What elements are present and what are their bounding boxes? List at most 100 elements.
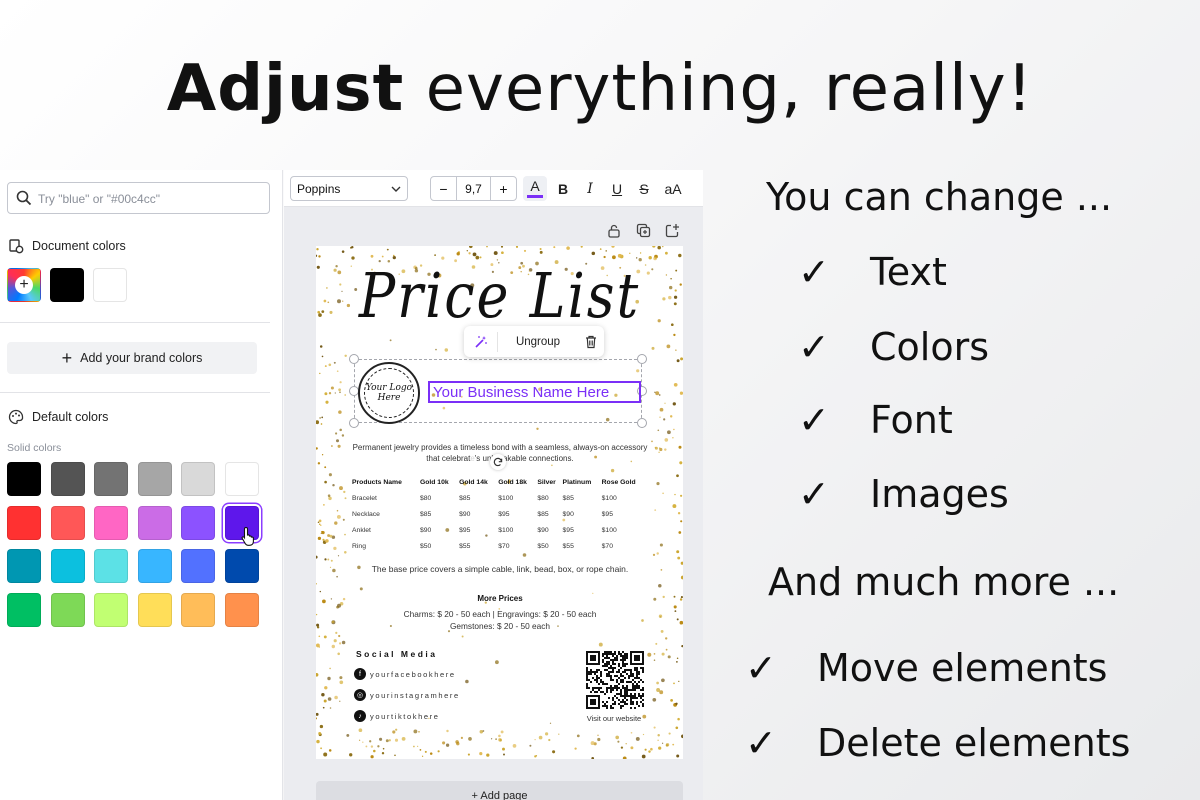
color-swatch[interactable] — [94, 462, 128, 496]
color-swatch[interactable] — [137, 462, 172, 496]
instagram-icon: ◎ — [354, 689, 366, 701]
table-row: Ring $50 $55 $70 $50 $55 $70 — [352, 543, 648, 559]
facebook-icon: f — [354, 668, 366, 680]
more-prices-line[interactable]: Gemstones: $ 20 - 50 each — [352, 621, 648, 631]
duplicate-page-icon[interactable] — [636, 223, 651, 238]
price-table[interactable]: Products Name Gold 10k Gold 14k Gold 18k Sil… — [352, 479, 648, 559]
font-dropdown[interactable]: Poppins — [290, 176, 408, 201]
color-swatch[interactable] — [7, 592, 41, 627]
bold-button[interactable]: B — [551, 176, 575, 201]
resize-handle[interactable] — [637, 418, 647, 428]
qr-code[interactable] — [586, 651, 644, 709]
logo-placeholder[interactable]: Your Logo Here — [358, 362, 420, 424]
color-search-input[interactable] — [38, 189, 258, 209]
color-swatch[interactable] — [224, 549, 259, 583]
color-swatch[interactable] — [224, 592, 259, 627]
color-swatch[interactable] — [181, 505, 215, 540]
color-panel: Document colors + + Add your brand color… — [0, 170, 283, 800]
check-icon: ✓ — [745, 721, 777, 765]
social-tiktok[interactable]: ♪ yourtiktokhere — [354, 710, 440, 722]
add-brand-colors-button[interactable]: + Add your brand colors — [7, 342, 257, 374]
check-icon: ✓ — [798, 472, 830, 516]
lock-icon[interactable] — [607, 223, 621, 239]
color-swatch[interactable] — [224, 462, 259, 496]
document-color-swatch[interactable] — [93, 268, 127, 302]
context-menu: Ungroup — [464, 326, 604, 357]
document-palette-icon — [9, 239, 24, 254]
more-prices-title[interactable]: More Prices — [352, 594, 648, 603]
default-colors-header: Default colors — [8, 409, 108, 425]
feature-item: ✓ Font — [798, 398, 953, 442]
hand-cursor-icon — [241, 526, 254, 546]
font-size-value[interactable]: 9,7 — [456, 177, 491, 200]
color-swatch[interactable] — [50, 505, 85, 540]
ungroup-button[interactable]: Ungroup — [498, 336, 578, 348]
color-swatch[interactable] — [181, 549, 215, 583]
color-swatch[interactable] — [137, 592, 172, 627]
resize-handle[interactable] — [349, 418, 359, 428]
table-cell: $95 — [498, 511, 510, 518]
table-header-cell: Gold 18k — [498, 479, 527, 486]
flyer-page[interactable]: Price List Your Logo Here Your Business … — [316, 246, 683, 759]
facebook-handle: yourfacebookhere — [370, 669, 456, 679]
check-icon: ✓ — [745, 646, 777, 690]
color-search[interactable] — [7, 182, 270, 214]
color-swatch[interactable] — [7, 549, 41, 583]
color-swatch[interactable] — [94, 592, 128, 627]
table-row: Bracelet $80 $85 $100 $80 $85 $100 — [352, 495, 648, 511]
table-cell: $55 — [459, 543, 471, 550]
underline-button[interactable]: U — [605, 176, 629, 201]
color-swatch[interactable] — [181, 462, 215, 496]
strikethrough-button[interactable]: S — [632, 176, 656, 201]
table-cell: $50 — [537, 543, 549, 550]
color-swatch[interactable] — [50, 549, 85, 583]
add-page-icon[interactable] — [665, 223, 680, 238]
document-color-swatch[interactable] — [50, 268, 84, 302]
business-name-text[interactable]: Your Business Name Here — [428, 381, 641, 403]
table-header-cell: Products Name — [352, 479, 402, 486]
table-cell: $80 — [537, 495, 549, 502]
check-icon: ✓ — [798, 398, 830, 442]
table-header-cell: Platinum — [562, 479, 592, 486]
rotate-icon[interactable] — [490, 454, 506, 470]
increase-size-button[interactable]: + — [491, 177, 516, 200]
letter-case-button[interactable]: aA — [659, 176, 687, 201]
social-facebook[interactable]: f yourfacebookhere — [354, 668, 456, 680]
add-page-button[interactable]: + Add page — [316, 781, 683, 800]
color-swatch[interactable] — [7, 505, 41, 540]
headline-bold: Adjust — [166, 52, 405, 126]
decrease-size-button[interactable]: − — [431, 177, 456, 200]
add-color-swatch[interactable]: + — [7, 268, 41, 302]
table-cell: Bracelet — [352, 495, 377, 502]
qr-label[interactable]: Visit our website — [574, 714, 654, 723]
text-color-button[interactable]: A — [523, 176, 547, 201]
document-colors-header: Document colors — [8, 238, 126, 254]
magic-wand-icon[interactable] — [464, 331, 498, 352]
color-swatch[interactable] — [94, 505, 128, 540]
table-cell: $85 — [419, 511, 432, 518]
color-swatch[interactable] — [94, 549, 128, 583]
italic-button[interactable]: I — [578, 176, 602, 201]
color-swatch[interactable] — [50, 462, 85, 496]
feature-label: Images — [870, 472, 1009, 516]
table-cell: $95 — [562, 527, 574, 534]
base-price-note[interactable]: The base price covers a simple cable, li… — [352, 564, 648, 574]
table-cell: $70 — [498, 543, 510, 550]
color-swatch[interactable] — [7, 462, 41, 496]
resize-handle[interactable] — [637, 354, 647, 364]
color-swatch[interactable] — [50, 592, 85, 627]
resize-handle[interactable] — [349, 354, 359, 364]
trash-icon[interactable] — [578, 335, 604, 349]
color-swatch[interactable] — [137, 505, 172, 540]
more-prices-line[interactable]: Charms: $ 20 - 50 each | Engravings: $ 2… — [352, 609, 648, 619]
color-swatch[interactable] — [137, 549, 172, 583]
color-swatch[interactable] — [181, 592, 215, 627]
font-name: Poppins — [297, 182, 341, 196]
social-media-title[interactable]: Social Media — [356, 649, 438, 659]
flyer-title[interactable]: Price List — [316, 259, 683, 331]
social-instagram[interactable]: ◎ yourinstagramhere — [354, 689, 460, 701]
feature-label: Delete elements — [817, 721, 1131, 765]
table-cell: $100 — [498, 495, 514, 502]
solid-colors-label: Solid colors — [7, 442, 62, 454]
feature-item: ✓ Colors — [798, 325, 989, 369]
